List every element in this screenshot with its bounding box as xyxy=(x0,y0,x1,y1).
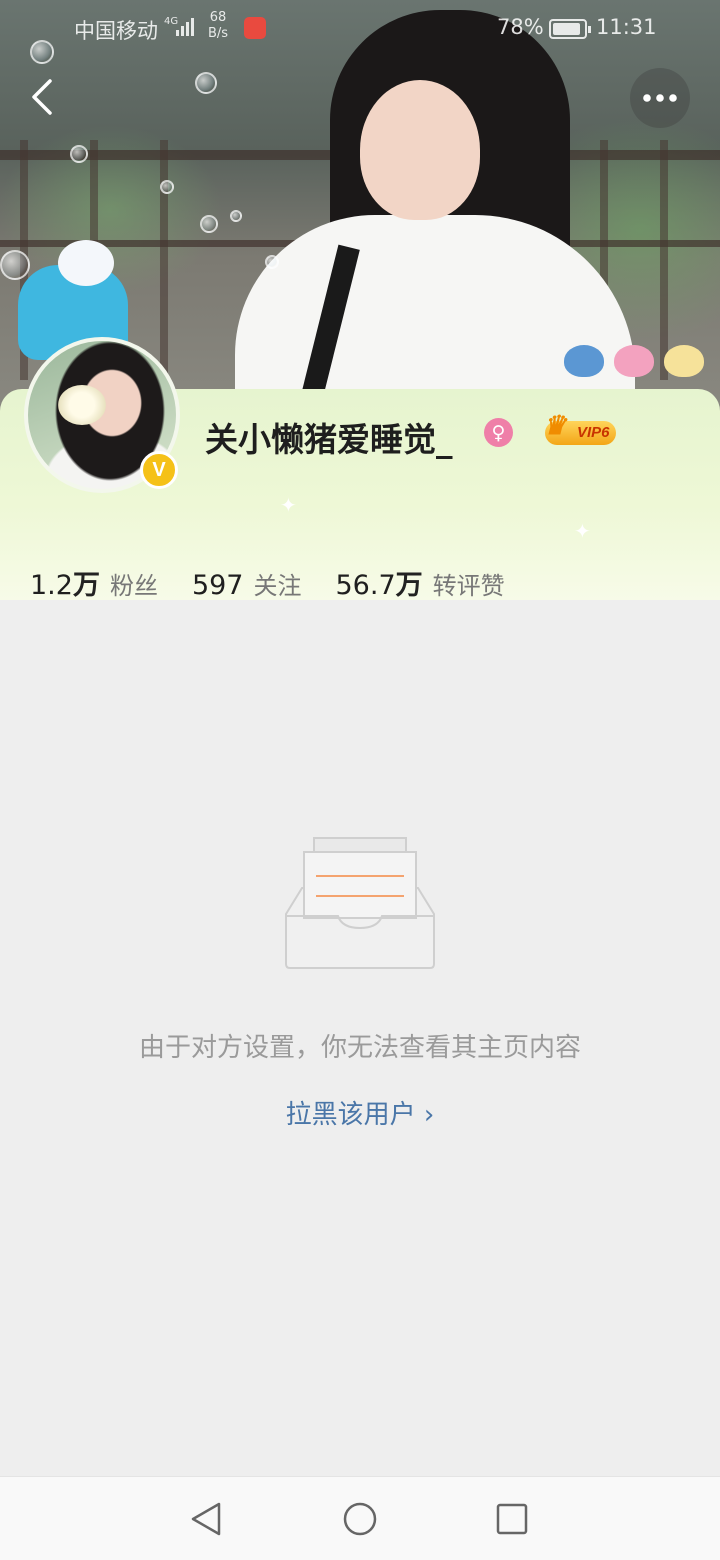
square-recents-icon xyxy=(496,1503,528,1535)
nav-recents-button[interactable] xyxy=(490,1497,534,1541)
clock: 11:31 xyxy=(596,15,657,39)
signal-icon: 4G xyxy=(164,14,200,43)
more-button[interactable] xyxy=(630,68,690,128)
stat-following-label: 关注 xyxy=(253,572,302,600)
more-horizontal-icon xyxy=(643,94,677,102)
app-notification-icon xyxy=(244,17,266,39)
stat-interactions-count: 56.7 xyxy=(335,570,396,601)
stat-followers-count: 1.2 xyxy=(30,570,73,601)
avatar-flower-decoration xyxy=(58,385,106,425)
network-speed: 68 B/s xyxy=(208,10,228,42)
railing-post xyxy=(660,140,668,380)
stat-followers-unit: 万 xyxy=(72,570,100,601)
profile-stats: 1.2 万 粉丝 597 关注 56.7 万 转评赞 xyxy=(30,563,539,602)
person-face xyxy=(360,80,480,220)
circle-home-icon xyxy=(343,1502,377,1536)
stat-followers[interactable]: 1.2 万 粉丝 xyxy=(30,563,158,602)
username: 关小懒猪爱睡觉_ xyxy=(205,420,453,459)
sparkle-decoration: ✦ xyxy=(280,493,297,517)
battery-icon xyxy=(549,19,591,39)
empty-inbox-icon xyxy=(285,837,435,969)
empty-state-message: 由于对方设置，你无法查看其主页内容 xyxy=(138,1033,581,1063)
bubble xyxy=(195,72,217,94)
stat-interactions-label: 转评赞 xyxy=(432,572,505,600)
block-user-link[interactable]: 拉黑该用户 › xyxy=(0,1094,720,1131)
bubble xyxy=(160,180,174,194)
mascot-pink xyxy=(614,345,654,377)
network-speed-unit: B/s xyxy=(208,26,229,41)
sparkle-decoration: ✦ xyxy=(574,519,591,543)
stat-interactions-unit: 万 xyxy=(395,570,423,601)
chevron-left-icon xyxy=(32,79,52,115)
crown-icon: ♛ xyxy=(543,410,567,440)
vip-label: VIP6 xyxy=(577,424,610,441)
mascot-decorations xyxy=(564,345,704,377)
bubble xyxy=(265,255,279,269)
triangle-back-icon xyxy=(191,1502,221,1536)
female-gender-icon: ♀ xyxy=(484,418,513,447)
carrier-label: 中国移动 xyxy=(74,19,158,43)
battery-percent: 78% xyxy=(497,15,544,39)
back-button[interactable] xyxy=(18,72,68,122)
stat-following-count: 597 xyxy=(191,570,244,601)
stat-followers-label: 粉丝 xyxy=(109,572,158,600)
bubble xyxy=(0,250,30,280)
verified-badge: V xyxy=(140,451,178,489)
status-bar: 中国移动 4G 68 B/s 78% 11:31 xyxy=(0,0,720,56)
bubble xyxy=(70,145,88,163)
system-navbar xyxy=(0,1476,720,1560)
bubble xyxy=(230,210,242,222)
railing-post xyxy=(160,140,168,380)
nav-home-button[interactable] xyxy=(338,1497,382,1541)
bubble xyxy=(200,215,218,233)
stat-interactions[interactable]: 56.7 万 转评赞 xyxy=(336,563,505,602)
profile-card: ✦ ✦ V 关小懒猪爱睡觉_ ♀ ♛ VIP6 1.2 万 粉丝 597 关注 … xyxy=(0,337,720,602)
toy-figure-head xyxy=(58,240,114,286)
mascot-yellow xyxy=(664,345,704,377)
stat-following[interactable]: 597 关注 xyxy=(192,566,302,601)
network-type-label: 4G xyxy=(164,16,178,27)
mascot-blue xyxy=(564,345,604,377)
nav-back-button[interactable] xyxy=(184,1497,228,1541)
vip-badge[interactable]: ♛ VIP6 xyxy=(543,412,616,445)
network-speed-value: 68 xyxy=(209,10,227,25)
